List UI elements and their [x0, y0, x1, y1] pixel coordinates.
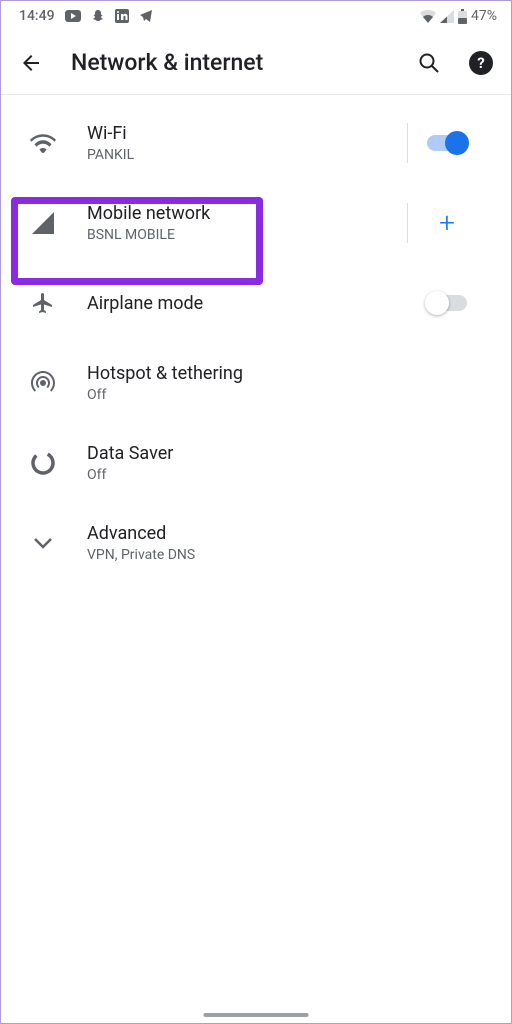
row-airplane-mode[interactable]: Airplane mode — [1, 263, 511, 343]
chevron-down-icon — [19, 537, 67, 549]
help-icon[interactable]: ? — [469, 51, 493, 75]
status-bar: 14:49 47% — [1, 1, 511, 31]
datasaver-title: Data Saver — [87, 443, 487, 464]
page-title: Network & internet — [71, 49, 389, 76]
hotspot-icon — [19, 370, 67, 396]
snapchat-icon — [91, 9, 105, 23]
hotspot-sub: Off — [87, 387, 487, 403]
divider — [407, 123, 408, 163]
signal-status-icon — [440, 10, 454, 23]
row-hotspot[interactable]: Hotspot & tethering Off — [1, 343, 511, 423]
hotspot-title: Hotspot & tethering — [87, 363, 487, 384]
add-network-button[interactable]: + — [439, 209, 455, 237]
wifi-sub: PANKIL — [87, 147, 407, 163]
airplane-toggle[interactable] — [427, 295, 467, 311]
battery-status-icon — [458, 9, 467, 24]
row-mobile-network[interactable]: Mobile network BSNL MOBILE + — [1, 183, 511, 263]
mobile-network-icon — [19, 212, 67, 234]
row-wifi[interactable]: Wi-Fi PANKIL — [1, 103, 511, 183]
data-saver-icon — [19, 450, 67, 476]
airplane-icon — [19, 291, 67, 315]
linkedin-icon — [115, 9, 129, 23]
battery-percent: 47% — [471, 8, 497, 24]
row-advanced[interactable]: Advanced VPN, Private DNS — [1, 503, 511, 583]
search-icon[interactable] — [417, 51, 441, 75]
telegram-icon — [139, 9, 153, 23]
airplane-title: Airplane mode — [87, 293, 407, 314]
divider — [407, 203, 408, 243]
wifi-title: Wi-Fi — [87, 123, 407, 144]
nav-handle[interactable] — [204, 1013, 309, 1017]
row-data-saver[interactable]: Data Saver Off — [1, 423, 511, 503]
datasaver-sub: Off — [87, 467, 487, 483]
wifi-toggle[interactable] — [427, 135, 467, 151]
wifi-status-icon — [420, 10, 436, 23]
advanced-title: Advanced — [87, 523, 487, 544]
youtube-icon — [65, 10, 81, 22]
back-icon[interactable] — [19, 51, 43, 75]
advanced-sub: VPN, Private DNS — [87, 547, 487, 563]
mobile-title: Mobile network — [87, 203, 407, 224]
settings-list: Wi-Fi PANKIL Mobile network BSNL MOBILE … — [1, 95, 511, 583]
app-bar: Network & internet ? — [1, 31, 511, 95]
mobile-sub: BSNL MOBILE — [87, 227, 407, 243]
status-time: 14:49 — [19, 8, 55, 24]
wifi-icon — [19, 133, 67, 153]
